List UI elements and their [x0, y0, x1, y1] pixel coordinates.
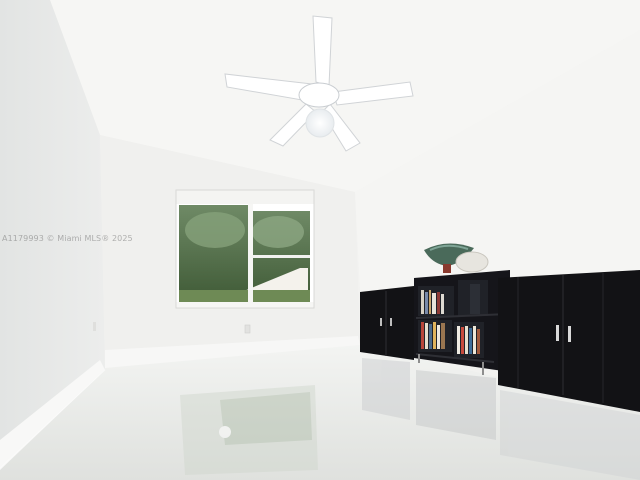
window	[175, 189, 315, 309]
left-wall-outlet	[93, 322, 96, 331]
watermark-text: A1179993 © Miami MLS® 2025	[2, 234, 133, 243]
room-photo: A1179993 © Miami MLS® 2025	[0, 0, 640, 480]
bookshelf	[414, 270, 510, 375]
black-cabinet-left	[360, 286, 414, 360]
wall-outlet	[244, 324, 251, 334]
